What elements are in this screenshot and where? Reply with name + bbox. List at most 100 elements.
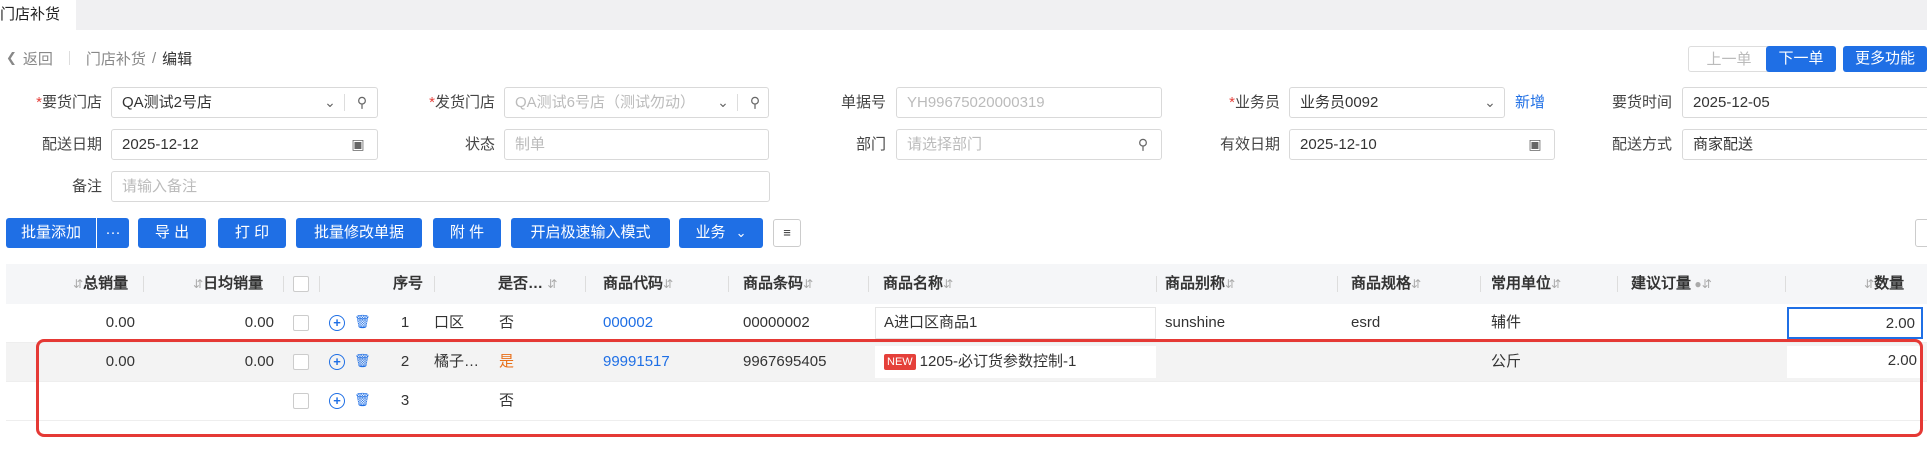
back-chevron-icon[interactable]: ❮ bbox=[6, 50, 17, 66]
delete-row-icon[interactable]: 🗑 bbox=[354, 354, 371, 370]
row-checkbox[interactable] bbox=[293, 393, 309, 409]
column-settings-icon[interactable]: ≡ bbox=[773, 219, 801, 247]
req-store-label: *要货门店 bbox=[36, 94, 102, 111]
prev-doc-button[interactable]: 上一单 bbox=[1688, 46, 1770, 72]
add-row-icon[interactable]: + bbox=[329, 393, 345, 409]
cell-spec: esrd bbox=[1351, 314, 1381, 331]
breadcrumb-parent[interactable]: 门店补货 bbox=[86, 48, 146, 69]
cell-is-x: 否 bbox=[499, 314, 515, 331]
breadcrumb-current: 编辑 bbox=[162, 50, 193, 68]
add-salesman-link[interactable]: 新增 bbox=[1515, 87, 1545, 118]
valid-date-field[interactable]: 2025-12-10 ▣ bbox=[1289, 129, 1555, 160]
req-store-select[interactable]: QA测试2号店 ⌄ ⚲ bbox=[111, 87, 378, 118]
cell-code-link[interactable]: 000002 bbox=[603, 304, 653, 342]
divider bbox=[68, 51, 70, 65]
cell-barcode: 00000002 bbox=[743, 314, 810, 331]
select-all-checkbox[interactable] bbox=[293, 276, 309, 292]
col-is-x[interactable]: 是否… ⇵ bbox=[498, 264, 557, 304]
cell-daily-sales: 0.00 bbox=[244, 353, 274, 370]
doc-no-label: 单据号 bbox=[840, 94, 886, 111]
search-icon[interactable]: ⚲ bbox=[1131, 130, 1155, 159]
cell-name-input[interactable]: NEW 1205-必订货参数控制-1 bbox=[875, 346, 1156, 378]
col-code[interactable]: 商品代码⇵ bbox=[603, 264, 673, 304]
cell-is-x: 否 bbox=[499, 392, 515, 409]
cell-total-sales: 0.00 bbox=[105, 353, 135, 370]
add-row-icon[interactable]: + bbox=[329, 315, 345, 331]
next-doc-button[interactable]: 下一单 bbox=[1766, 46, 1836, 72]
row-checkbox[interactable] bbox=[293, 315, 309, 331]
add-row-icon[interactable]: + bbox=[329, 354, 345, 370]
chevron-down-icon: ⌄ bbox=[735, 225, 747, 240]
cell-qty-input[interactable]: 2.00 bbox=[1787, 346, 1923, 378]
calendar-icon[interactable]: ▣ bbox=[347, 130, 369, 159]
ship-store-label: *发货门店 bbox=[429, 94, 495, 111]
ship-mode-label: 配送方式 bbox=[1611, 136, 1672, 153]
fast-input-mode-button[interactable]: 开启极速输入模式 bbox=[511, 218, 670, 248]
cell-alias: sunshine bbox=[1165, 314, 1226, 331]
cell-daily-sales: 0.00 bbox=[244, 314, 274, 331]
remark-input[interactable]: 请输入备注 bbox=[111, 171, 770, 202]
back-link[interactable]: 返回 bbox=[23, 48, 53, 69]
cell-area: 橘子… bbox=[434, 353, 480, 370]
salesman-label: *业务员 bbox=[1229, 94, 1280, 111]
new-badge: NEW bbox=[884, 354, 916, 370]
col-seq: 序号 bbox=[393, 275, 424, 292]
search-icon[interactable]: ⚲ bbox=[350, 88, 374, 117]
chevron-down-icon: ⌄ bbox=[717, 94, 729, 110]
cell-qty-input[interactable]: 2.00 bbox=[1787, 307, 1923, 339]
col-alias[interactable]: 商品别称⇵ bbox=[1165, 264, 1235, 304]
cell-is-x: 是 bbox=[499, 353, 515, 370]
status-label: 状态 bbox=[464, 136, 495, 153]
chevron-down-icon: ⌄ bbox=[1484, 94, 1496, 110]
col-barcode[interactable]: 商品条码⇵ bbox=[743, 264, 813, 304]
print-button[interactable]: 打 印 bbox=[218, 218, 286, 248]
tab-store-replenish[interactable]: 门店补货 bbox=[0, 0, 76, 30]
cell-name-input[interactable]: A进口区商品1 bbox=[875, 307, 1156, 339]
cell-area: 口区 bbox=[434, 314, 465, 331]
attachment-button[interactable]: 附 件 bbox=[433, 218, 501, 248]
delete-row-icon[interactable]: 🗑 bbox=[354, 315, 371, 331]
batch-add-more-button[interactable]: ··· bbox=[97, 218, 129, 248]
cell-seq: 1 bbox=[400, 314, 410, 331]
more-functions-button[interactable]: 更多功能 bbox=[1843, 46, 1927, 72]
col-qty[interactable]: ⇵数量 bbox=[1864, 264, 1904, 304]
cell-seq: 2 bbox=[400, 353, 410, 370]
ship-date-label: 配送日期 bbox=[41, 136, 102, 153]
cell-unit: 辅件 bbox=[1491, 314, 1522, 331]
business-dropdown-button[interactable]: 业务 ⌄ bbox=[679, 218, 763, 248]
dept-label: 部门 bbox=[855, 136, 886, 153]
ship-store-select[interactable]: QA测试6号店（测试勿动） ⌄ ⚲ bbox=[504, 87, 769, 118]
chevron-down-icon: ⌄ bbox=[324, 94, 336, 110]
calendar-icon[interactable]: ▣ bbox=[1524, 130, 1546, 159]
col-unit[interactable]: 常用单位⇵ bbox=[1491, 264, 1561, 304]
req-time-field[interactable]: 2025-12-05 bbox=[1682, 87, 1927, 118]
valid-date-label: 有效日期 bbox=[1219, 136, 1280, 153]
col-daily-sales[interactable]: ⇵日均销量 bbox=[193, 264, 263, 304]
col-name[interactable]: 商品名称⇵ bbox=[883, 264, 953, 304]
status-field: 制单 bbox=[504, 129, 769, 160]
side-panel-icon[interactable] bbox=[1915, 219, 1927, 247]
col-spec[interactable]: 商品规格⇵ bbox=[1351, 264, 1421, 304]
export-button[interactable]: 导 出 bbox=[138, 218, 206, 248]
breadcrumb-separator: / bbox=[151, 49, 157, 67]
dept-select[interactable]: 请选择部门 ⚲ bbox=[896, 129, 1162, 160]
doc-no-field: YH99675020000319 bbox=[896, 87, 1162, 118]
col-suggest[interactable]: 建议订量 ●⇵ bbox=[1631, 264, 1712, 304]
breadcrumb: ❮ 返回 门店补货 / 编辑 bbox=[6, 47, 192, 69]
cell-barcode: 9967695405 bbox=[743, 353, 827, 370]
info-icon: ●⇵ bbox=[1691, 277, 1712, 291]
search-icon[interactable]: ⚲ bbox=[743, 88, 767, 117]
cell-unit: 公斤 bbox=[1491, 353, 1522, 370]
tab-bar: 门店补货 bbox=[0, 0, 1927, 30]
remark-label: 备注 bbox=[71, 178, 102, 195]
delete-row-icon[interactable]: 🗑 bbox=[354, 393, 371, 409]
cell-code-link[interactable]: 99991517 bbox=[603, 343, 670, 381]
batch-edit-button[interactable]: 批量修改单据 bbox=[296, 218, 422, 248]
col-total-sales[interactable]: ⇵总销量 bbox=[73, 264, 128, 304]
row-checkbox[interactable] bbox=[293, 354, 309, 370]
ship-date-field[interactable]: 2025-12-12 ▣ bbox=[111, 129, 378, 160]
salesman-select[interactable]: 业务员0092 ⌄ bbox=[1289, 87, 1505, 118]
cell-total-sales: 0.00 bbox=[105, 314, 135, 331]
batch-add-button[interactable]: 批量添加 bbox=[6, 218, 96, 248]
ship-mode-select[interactable]: 商家配送 bbox=[1682, 129, 1927, 160]
